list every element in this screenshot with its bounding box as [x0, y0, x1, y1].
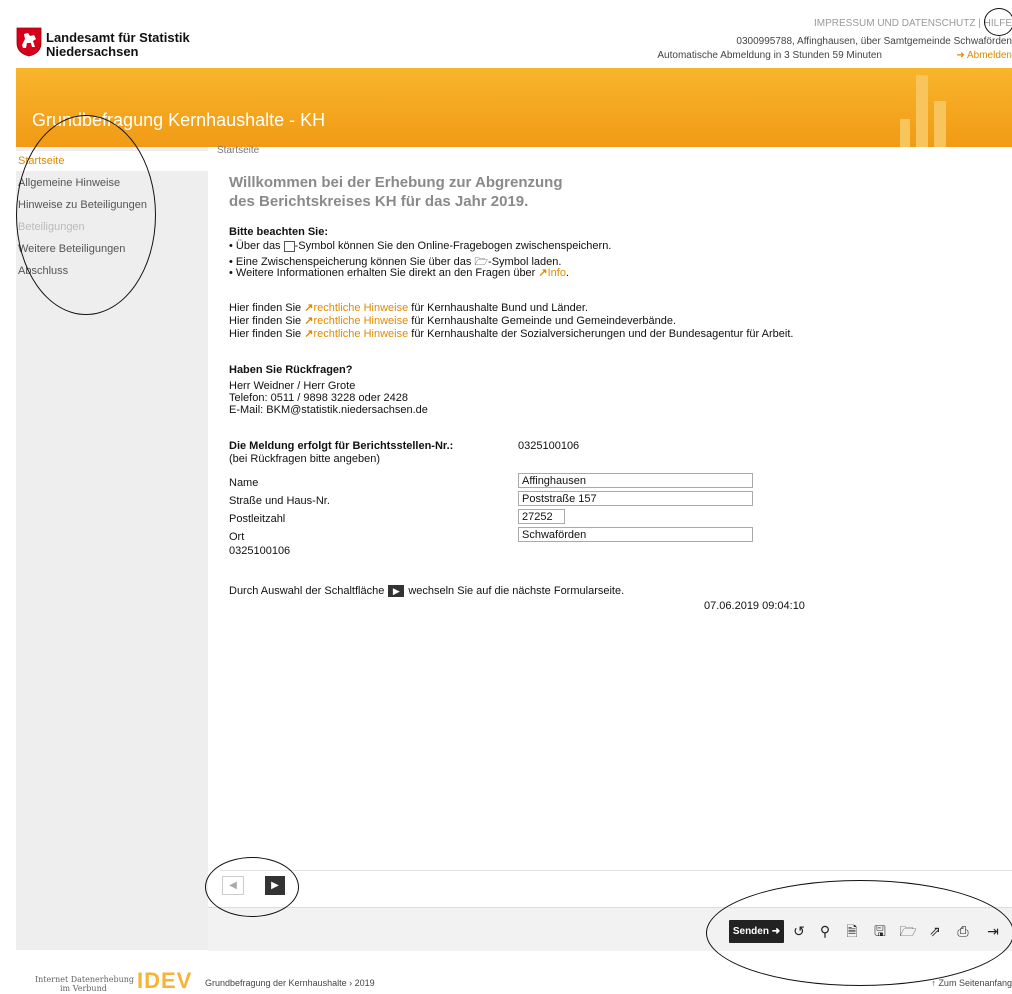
name-field[interactable]: Affinghausen: [518, 473, 753, 488]
coat-of-arms-logo: [16, 27, 42, 57]
top-links: IMPRESSUM UND DATENSCHUTZ | HILFE: [814, 18, 1012, 29]
contact-name: Herr Weidner / Herr Grote: [229, 380, 356, 392]
street-label: Straße und Haus-Nr.: [229, 495, 330, 507]
street-field[interactable]: Poststraße 157: [518, 491, 753, 506]
footer-tagline-1: Internet Datenerhebung: [35, 975, 135, 984]
next-hint: Durch Auswahl der Schaltfläche ▶ wechseln …: [229, 585, 625, 598]
link-separator: |: [978, 18, 981, 29]
annotation-ellipse-nav: [205, 857, 299, 917]
logout-link[interactable]: ➜ Abmelden: [956, 50, 1012, 61]
report-label: Die Meldung erfolgt für Berichtsstellen-…: [229, 440, 454, 452]
title-banner: Grundbefragung Kernhaushalte - KH: [16, 68, 1012, 147]
back-to-top-link[interactable]: ↑ Zum Seitenanfang: [931, 978, 1012, 988]
annotation-ellipse-sidebar: [16, 115, 156, 315]
annotation-ellipse-help: [984, 8, 1012, 36]
name-label: Name: [229, 477, 259, 489]
org-name-line1: Landesamt für Statistik: [46, 30, 190, 45]
next-arrow-icon: ▶: [388, 585, 405, 598]
legal-line-2: Hier finden Sie ↗rechtliche Hinweise für…: [229, 315, 677, 327]
contact-phone: Telefon: 0511 / 9898 3228 oder 2428: [229, 392, 409, 404]
welcome-heading-line2: des Berichtskreises KH für das Jahr 2019…: [229, 193, 529, 210]
contact-heading: Haben Sie Rückfragen?: [229, 364, 353, 376]
city-field[interactable]: Schwaförden: [518, 527, 753, 542]
logout-row: Automatische Abmeldung in 3 Stunden 59 M…: [657, 50, 1012, 61]
zip-label: Postleitzahl: [229, 513, 286, 525]
notes-heading: Bitte beachten Sie:: [229, 226, 329, 238]
legal-line-1: Hier finden Sie ↗rechtliche Hinweise für…: [229, 302, 589, 314]
city-label: Ort: [229, 531, 245, 543]
note-info: • Weitere Informationen erhalten Sie dir…: [229, 267, 570, 279]
logout-label: Abmelden: [966, 50, 1012, 61]
id-below: 0325100106: [229, 545, 291, 557]
footer-breadcrumb: Grundbefragung der Kernhaushalte › 2019: [205, 978, 375, 988]
logout-timer: Automatische Abmeldung in 3 Stunden 59 M…: [657, 50, 882, 61]
save-icon: [283, 240, 295, 252]
legal-link-gemeinde[interactable]: rechtliche Hinweise: [313, 315, 408, 327]
org-name-line2: Niedersachsen: [46, 44, 139, 59]
welcome-heading-line1: Willkommen bei der Erhebung zur Abgrenzu…: [229, 174, 563, 191]
contact-email: E-Mail: BKM@statistik.niedersachsen.de: [229, 404, 428, 416]
timestamp: 07.06.2019 09:04:10: [704, 600, 805, 612]
info-link[interactable]: Info: [548, 267, 566, 279]
report-hint: (bei Rückfragen bitte angeben): [229, 453, 381, 465]
report-number: 0325100106: [518, 440, 580, 452]
legal-link-bund[interactable]: rechtliche Hinweise: [313, 302, 408, 314]
legal-line-3: Hier finden Sie ↗rechtliche Hinweise für…: [229, 328, 794, 340]
nav-divider: [220, 870, 1012, 871]
idev-logo: IDEV: [137, 968, 193, 993]
annotation-ellipse-toolbar: [706, 880, 1012, 986]
legal-link-sozial[interactable]: rechtliche Hinweise: [313, 328, 408, 340]
account-info: 0300995788, Affinghausen, über Samtgemei…: [736, 36, 1012, 47]
external-link-icon: ↗: [538, 267, 548, 279]
breadcrumb: Startseite: [217, 145, 260, 156]
impressum-link[interactable]: IMPRESSUM UND DATENSCHUTZ: [814, 18, 975, 29]
note-save: • Über das -Symbol können Sie den Online…: [229, 240, 612, 252]
zip-field[interactable]: 27252: [518, 509, 565, 524]
